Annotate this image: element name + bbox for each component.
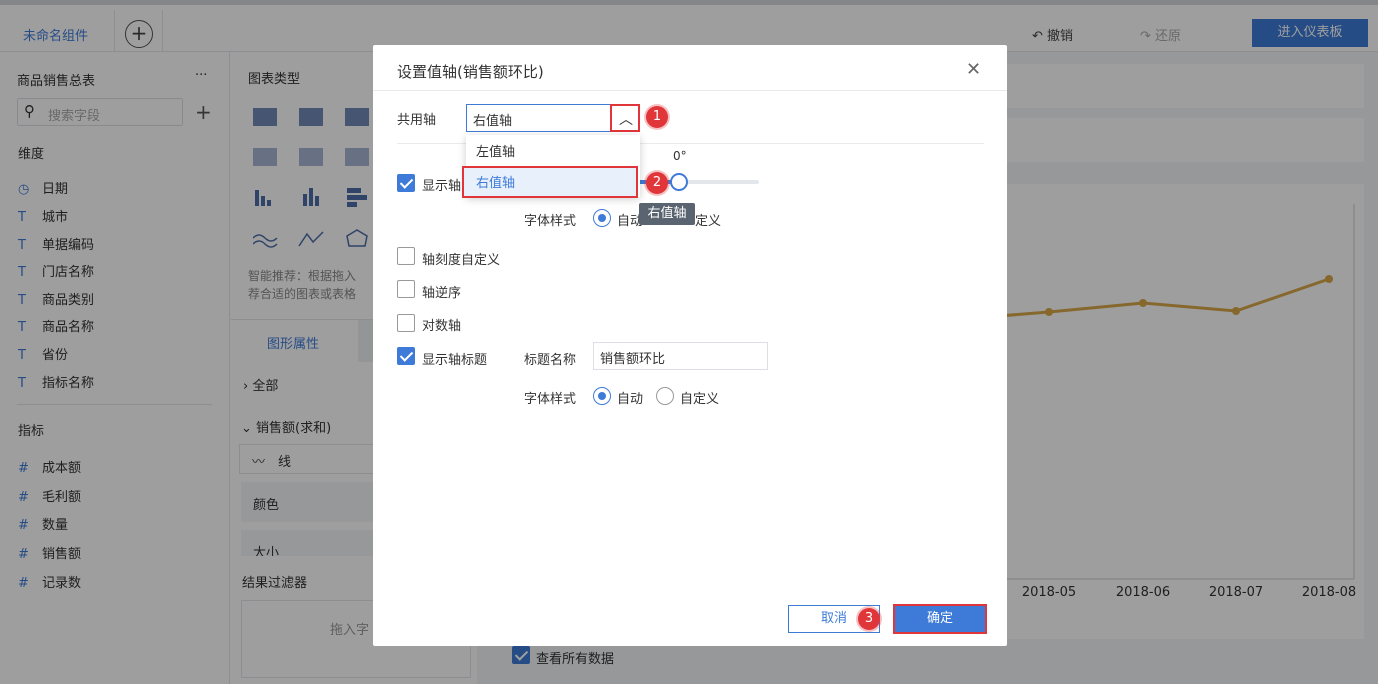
title-font-auto-label: 自动 — [617, 392, 644, 407]
font-style-label: 字体样式 — [524, 214, 577, 229]
show-axis-checkbox[interactable] — [397, 174, 415, 192]
step-badge: 3 — [858, 608, 880, 630]
title-name-input[interactable]: 销售额环比 — [593, 342, 768, 370]
shared-axis-label: 共用轴 — [397, 113, 437, 128]
show-axis-title-label: 显示轴标题 — [422, 353, 488, 368]
font-style-label: 字体样式 — [524, 392, 577, 407]
option-left-axis[interactable]: 左值轴 — [466, 135, 640, 163]
rotation-value: 0° — [673, 149, 687, 163]
option-tooltip: 右值轴 — [639, 203, 695, 225]
chevron-up-icon: ︿ — [619, 112, 633, 128]
log-axis-checkbox[interactable] — [397, 314, 415, 332]
show-axis-label: 显示轴 — [422, 179, 462, 194]
dialog-title: 设置值轴(销售额环比) — [397, 63, 544, 81]
title-font-auto-radio[interactable] — [593, 387, 611, 405]
step-badge: 1 — [646, 106, 668, 128]
axis-settings-dialog: 设置值轴(销售额环比) ✕ 共用轴 右值轴 ︿ 1 0° 显示轴 字体样式 自动… — [373, 45, 1007, 646]
reverse-axis-label: 轴逆序 — [422, 286, 462, 301]
divider — [373, 90, 1007, 91]
rotation-slider-handle[interactable] — [670, 173, 688, 191]
step-badge: 2 — [646, 172, 668, 194]
custom-scale-label: 轴刻度自定义 — [422, 253, 501, 268]
close-icon[interactable]: ✕ — [966, 59, 981, 80]
reverse-axis-checkbox[interactable] — [397, 280, 415, 298]
show-axis-title-checkbox[interactable] — [397, 347, 415, 365]
dropdown-toggle[interactable]: ︿ — [610, 104, 640, 132]
confirm-button[interactable]: 确定 — [893, 604, 987, 634]
log-axis-label: 对数轴 — [422, 319, 462, 334]
font-custom-label: 定义 — [695, 214, 722, 229]
title-font-custom-label: 自定义 — [680, 392, 720, 407]
shared-axis-dropdown: 左值轴 右值轴 — [462, 135, 640, 198]
option-right-axis[interactable]: 右值轴 — [462, 166, 638, 198]
font-auto-radio[interactable] — [593, 209, 611, 227]
title-font-custom-radio[interactable] — [656, 387, 674, 405]
custom-scale-checkbox[interactable] — [397, 247, 415, 265]
title-name-label: 标题名称 — [524, 353, 577, 368]
